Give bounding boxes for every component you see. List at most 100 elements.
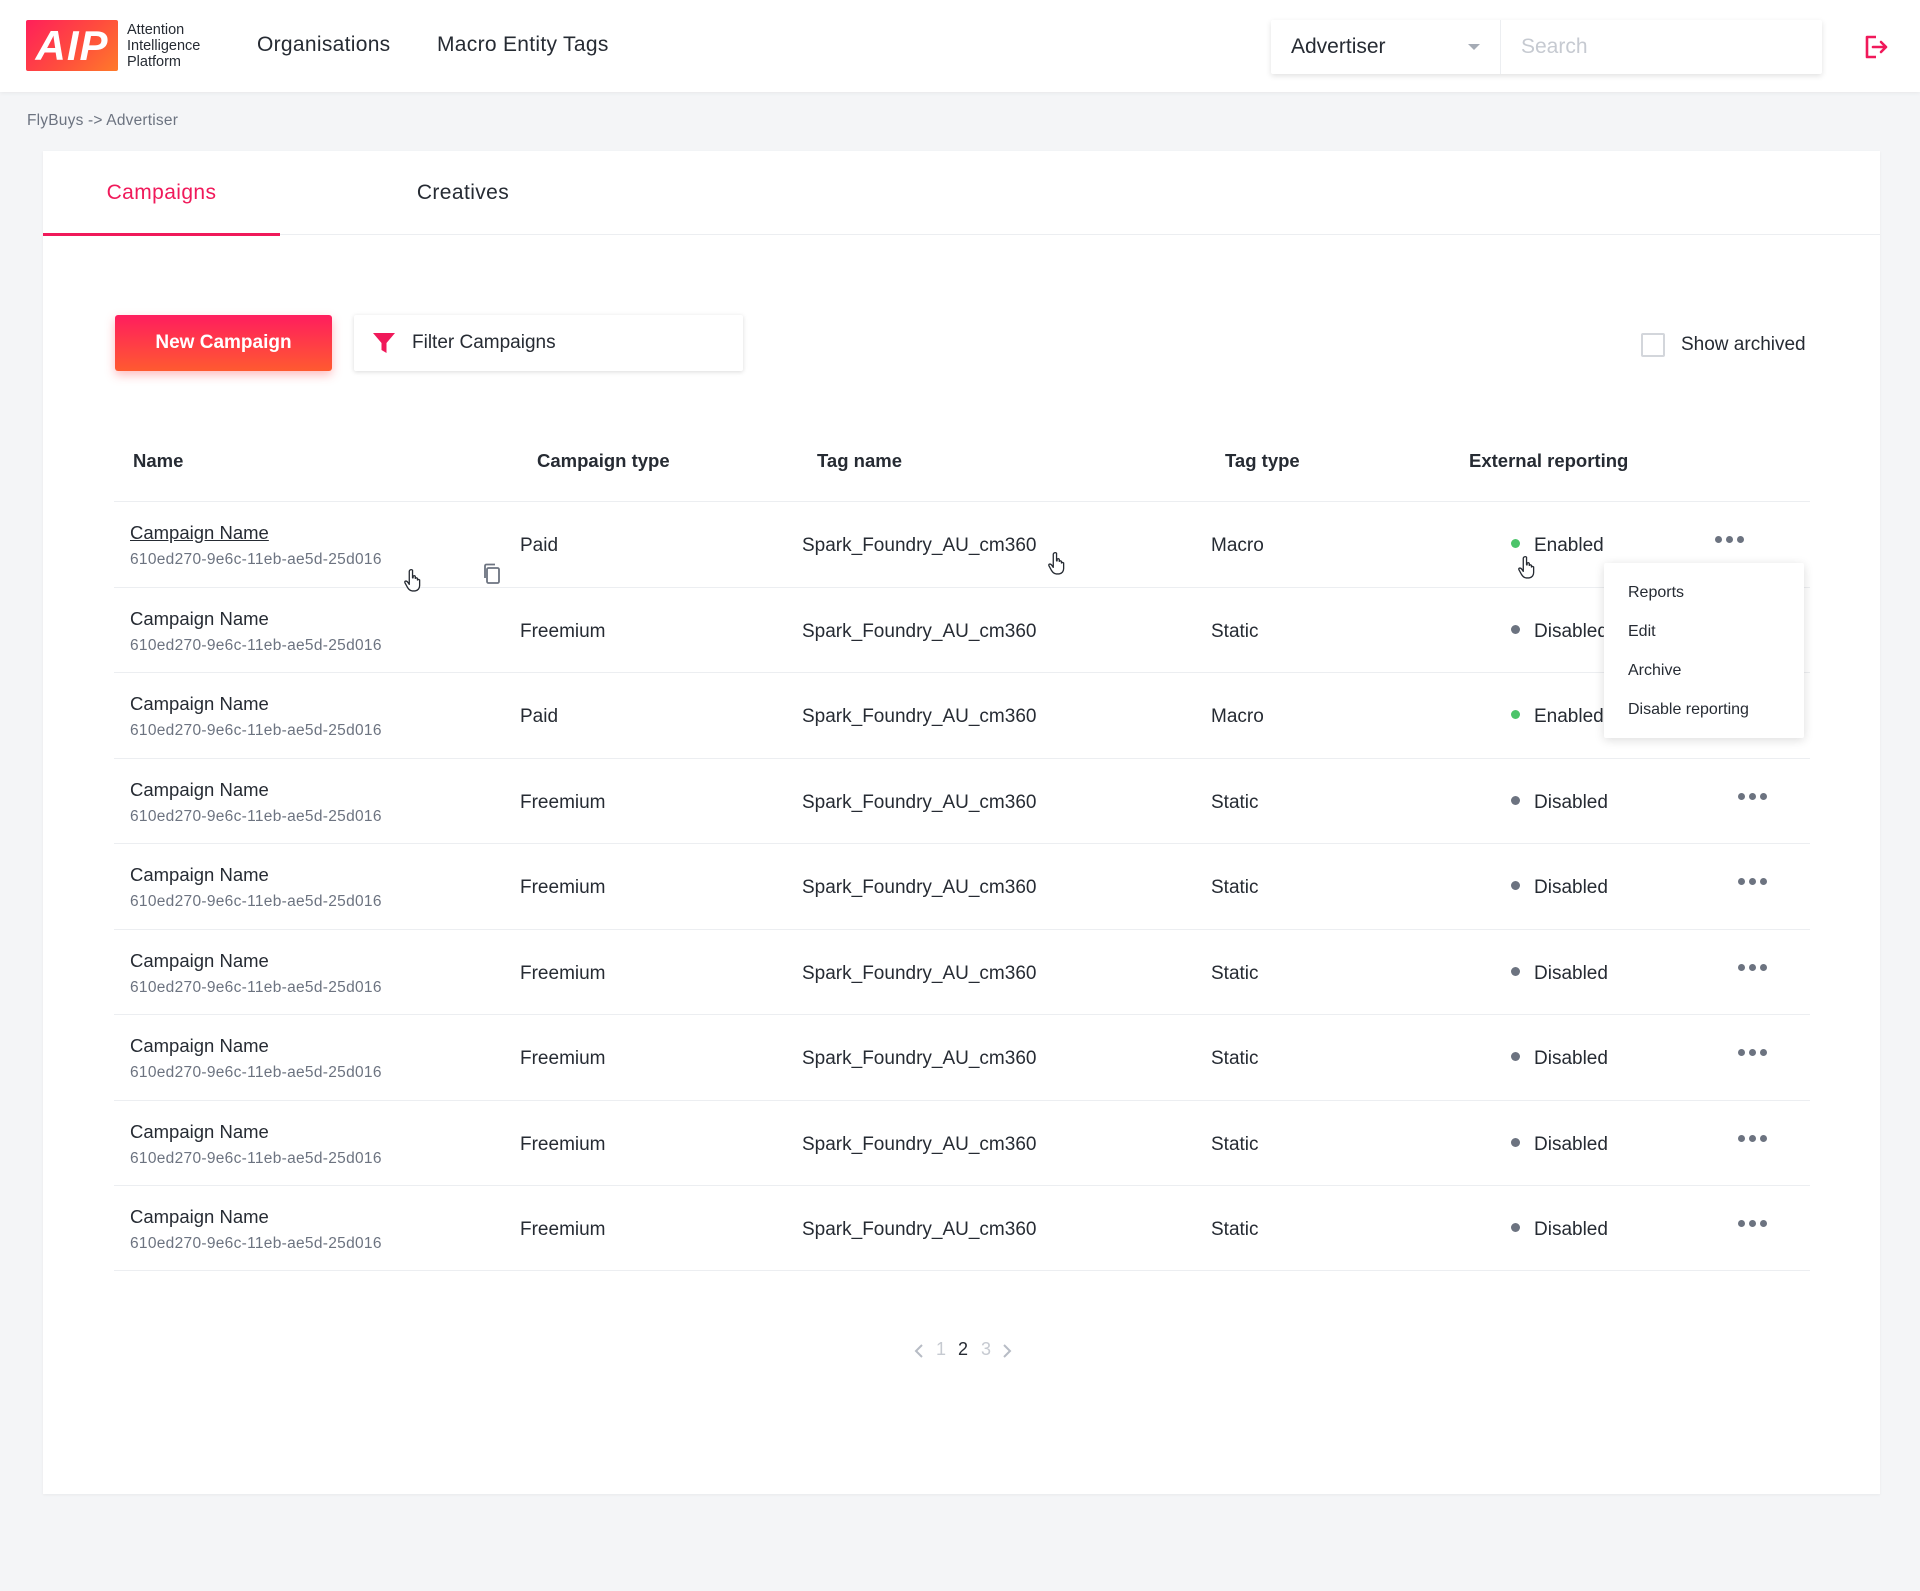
campaign-name-link[interactable]: Campaign Name xyxy=(130,864,382,886)
campaign-id: 610ed270-9e6c-11eb-ae5d-25d016 xyxy=(130,893,382,910)
external-reporting-cell: Disabled xyxy=(1511,792,1608,814)
status-label: Enabled xyxy=(1534,706,1604,727)
campaign-id: 610ed270-9e6c-11eb-ae5d-25d016 xyxy=(130,978,382,996)
external-reporting-cell: Disabled xyxy=(1511,1219,1608,1241)
nav-organisations[interactable]: Organisations xyxy=(257,33,390,57)
more-actions-icon[interactable] xyxy=(1734,960,1771,975)
campaign-type-cell: Paid xyxy=(520,706,559,727)
campaign-name-cell: Campaign Name 610ed270-9e6c-11eb-ae5d-25d… xyxy=(130,522,382,569)
campaign-name-cell: Campaign Name 610ed270-9e6c-11eb-ae5d-25d… xyxy=(130,1121,382,1168)
show-archived-label: Show archived xyxy=(1681,334,1806,355)
search-input[interactable] xyxy=(1501,20,1822,74)
campaign-type-cell: Paid xyxy=(520,535,559,556)
entity-select[interactable]: Advertiser xyxy=(1271,20,1501,74)
status-dot xyxy=(1511,710,1520,720)
campaign-type-cell: Freemium xyxy=(520,877,606,898)
status-label: Disabled xyxy=(1534,620,1608,642)
tag-type-cell: Static xyxy=(1211,620,1259,642)
table-row: Campaign Name 610ed270-9e6c-11eb-ae5d-25d… xyxy=(114,1014,1810,1100)
campaign-name-cell: Campaign Name 610ed270-9e6c-11eb-ae5d-25d… xyxy=(130,1206,382,1253)
table-row: Campaign Name 610ed270-9e6c-11eb-ae5d-25d… xyxy=(114,672,1810,758)
column-header-tag-name: Tag name xyxy=(817,450,902,471)
page-2[interactable]: 2 xyxy=(958,1339,968,1360)
campaign-type-cell: Freemium xyxy=(520,620,606,642)
tag-name-cell: Spark_Foundry_AU_cm360 xyxy=(802,1133,1037,1155)
show-archived-checkbox[interactable] xyxy=(1641,333,1665,357)
page-1[interactable]: 1 xyxy=(936,1339,946,1360)
page-3[interactable]: 3 xyxy=(981,1339,991,1360)
campaign-id: 610ed270-9e6c-11eb-ae5d-25d016 xyxy=(130,1149,382,1167)
tab-campaigns[interactable]: Campaigns xyxy=(43,151,280,236)
table-row: Campaign Name 610ed270-9e6c-11eb-ae5d-25d… xyxy=(114,843,1810,929)
status-dot xyxy=(1511,1137,1520,1147)
status-dot xyxy=(1511,624,1520,634)
more-actions-icon[interactable] xyxy=(1734,1216,1771,1231)
external-reporting-cell: Disabled xyxy=(1511,963,1608,985)
menu-item-archive[interactable]: Archive xyxy=(1604,651,1804,690)
status-label: Disabled xyxy=(1534,962,1608,984)
campaign-name-cell: Campaign Name 610ed270-9e6c-11eb-ae5d-25d… xyxy=(130,950,382,997)
tag-name-cell: Spark_Foundry_AU_cm360 xyxy=(802,791,1037,813)
copy-icon[interactable] xyxy=(482,563,502,585)
campaign-type-cell: Freemium xyxy=(520,1048,606,1069)
tag-name-cell: Spark_Foundry_AU_cm360 xyxy=(802,877,1037,898)
status-label: Enabled xyxy=(1534,535,1604,556)
tag-name-cell: Spark_Foundry_AU_cm360 xyxy=(802,706,1037,727)
table-row: Campaign Name 610ed270-9e6c-11eb-ae5d-25d… xyxy=(114,757,1810,844)
status-dot xyxy=(1511,881,1520,891)
campaign-name-link[interactable]: Campaign Name xyxy=(130,779,382,801)
column-header-external-reporting: External reporting xyxy=(1469,450,1629,471)
column-header-tag-type: Tag type xyxy=(1225,450,1300,471)
logo-text: Attention Intelligence Platform xyxy=(127,22,201,70)
show-archived-toggle[interactable]: Show archived xyxy=(1641,333,1806,357)
campaign-name-link[interactable]: Campaign Name xyxy=(130,1121,382,1143)
top-header: AIP Attention Intelligence Platform Orga… xyxy=(0,0,1920,92)
status-dot xyxy=(1511,1052,1520,1062)
campaign-name-cell: Campaign Name 610ed270-9e6c-11eb-ae5d-25d… xyxy=(130,864,382,911)
more-actions-icon[interactable] xyxy=(1734,1045,1771,1060)
campaign-name-link[interactable]: Campaign Name xyxy=(130,950,382,972)
campaign-type-cell: Freemium xyxy=(520,962,606,984)
status-dot xyxy=(1511,795,1520,805)
table-row: Campaign Name 610ed270-9e6c-11eb-ae5d-25d… xyxy=(114,1099,1810,1186)
campaign-name-link[interactable]: Campaign Name xyxy=(130,693,382,715)
campaign-name-cell: Campaign Name 610ed270-9e6c-11eb-ae5d-25d… xyxy=(130,693,382,740)
campaign-id: 610ed270-9e6c-11eb-ae5d-25d016 xyxy=(130,551,382,568)
external-reporting-cell: Disabled xyxy=(1511,1048,1608,1070)
tag-type-cell: Static xyxy=(1211,1133,1259,1155)
tab-creatives[interactable]: Creatives xyxy=(373,151,553,235)
more-actions-icon[interactable] xyxy=(1734,1131,1771,1146)
campaign-name-link[interactable]: Campaign Name xyxy=(130,1206,382,1228)
campaign-id: 610ed270-9e6c-11eb-ae5d-25d016 xyxy=(130,1235,382,1252)
menu-item-edit[interactable]: Edit xyxy=(1604,612,1804,651)
logout-icon[interactable] xyxy=(1862,33,1890,61)
chevron-right-icon[interactable] xyxy=(1001,1343,1013,1359)
tag-type-cell: Static xyxy=(1211,1219,1259,1240)
external-reporting-cell: Disabled xyxy=(1511,877,1608,899)
more-actions-icon[interactable] xyxy=(1734,789,1771,804)
column-header-name: Name xyxy=(133,450,184,471)
campaign-name-link[interactable]: Campaign Name xyxy=(130,608,382,630)
aip-logo[interactable]: AIP xyxy=(26,20,118,71)
campaign-id: 610ed270-9e6c-11eb-ae5d-25d016 xyxy=(130,636,382,654)
entity-select-value: Advertiser xyxy=(1291,35,1386,58)
filter-icon xyxy=(373,333,395,353)
tag-type-cell: Static xyxy=(1211,791,1259,813)
campaign-name-link[interactable]: Campaign Name xyxy=(130,1035,382,1057)
tag-type-cell: Macro xyxy=(1211,706,1264,727)
table-row: Campaign Name 610ed270-9e6c-11eb-ae5d-25d… xyxy=(114,586,1810,673)
more-actions-icon[interactable] xyxy=(1734,874,1771,889)
nav-macro-entity-tags[interactable]: Macro Entity Tags xyxy=(437,33,609,57)
chevron-down-icon xyxy=(1468,44,1480,50)
breadcrumb: FlyBuys -> Advertiser xyxy=(27,112,179,129)
filter-campaigns-button[interactable]: Filter Campaigns xyxy=(354,315,743,371)
campaign-name-link[interactable]: Campaign Name xyxy=(130,522,382,544)
chevron-left-icon[interactable] xyxy=(913,1343,925,1359)
menu-item-reports[interactable]: Reports xyxy=(1604,573,1804,612)
more-actions-icon[interactable] xyxy=(1711,532,1748,547)
external-reporting-cell: Disabled xyxy=(1511,621,1608,643)
tag-type-cell: Macro xyxy=(1211,535,1264,556)
new-campaign-button[interactable]: New Campaign xyxy=(115,315,332,371)
menu-item-disable-reporting[interactable]: Disable reporting xyxy=(1604,690,1804,729)
tag-name-cell: Spark_Foundry_AU_cm360 xyxy=(802,1048,1037,1069)
